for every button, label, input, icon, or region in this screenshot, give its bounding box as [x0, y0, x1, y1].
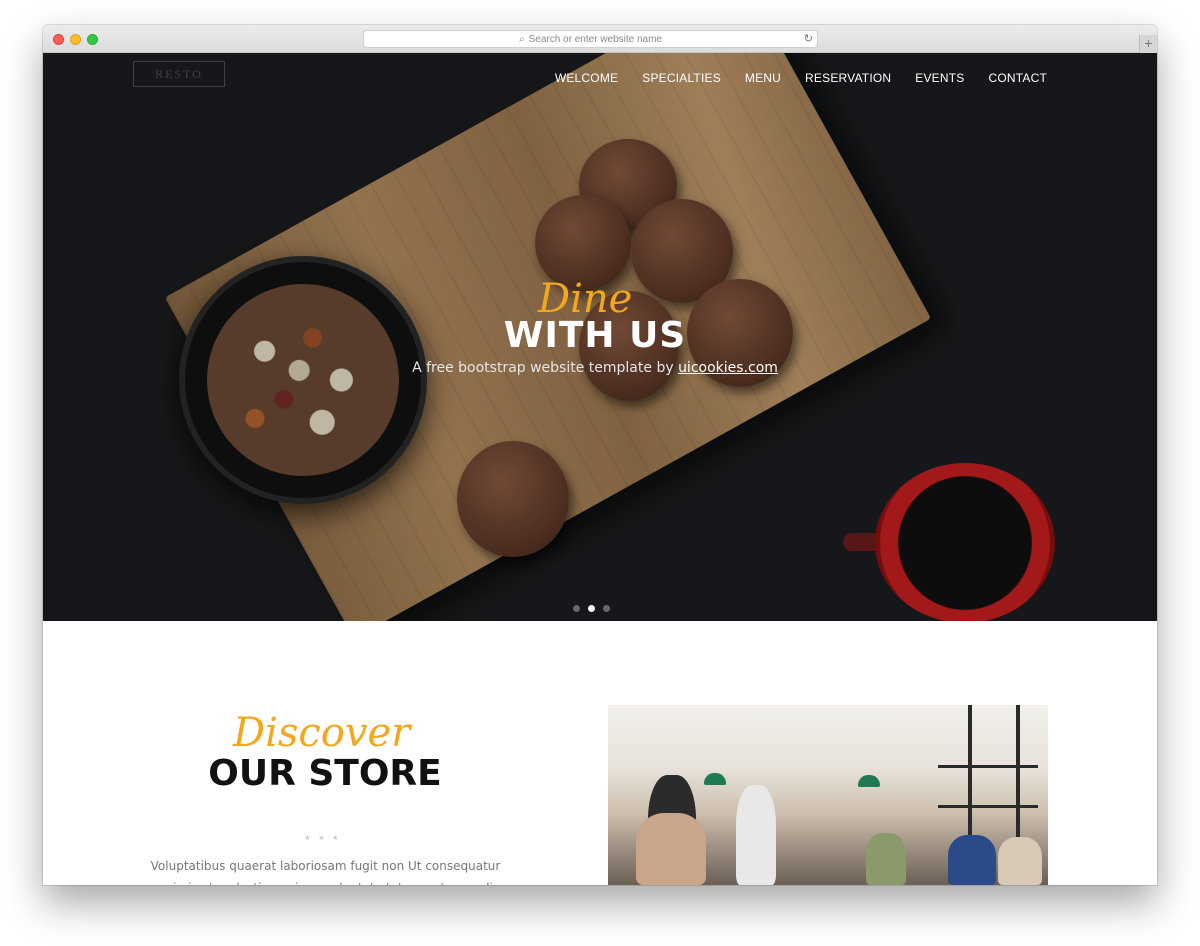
hero-subtitle: A free bootstrap website template by uic…	[43, 360, 1147, 376]
person-figure	[736, 785, 776, 885]
nav-item-welcome[interactable]: WELCOME	[555, 71, 618, 85]
address-placeholder: Search or enter website name	[528, 33, 662, 45]
minimize-window-button[interactable]	[70, 34, 81, 45]
hero-subtitle-text: A free bootstrap website template by	[412, 360, 679, 376]
reload-icon[interactable]: ↻	[804, 32, 813, 45]
nav-item-reservation[interactable]: RESERVATION	[805, 71, 891, 85]
nav-item-menu[interactable]: MENU	[745, 71, 781, 85]
hero-subtitle-link[interactable]: uicookies.com	[678, 360, 778, 376]
person-figure	[866, 833, 906, 885]
lamp-shade	[704, 773, 726, 785]
close-window-button[interactable]	[53, 34, 64, 45]
search-icon: ⌕	[518, 33, 525, 45]
store-photo	[608, 705, 1048, 885]
hero-section: RESTO WELCOME SPECIALTIES MENU RESERVATI…	[43, 53, 1157, 621]
hero-script-word: Dine	[538, 276, 633, 322]
about-section: Discover OUR STORE * * * Voluptatibus qu…	[43, 621, 1157, 885]
about-script-word: Discover	[233, 710, 411, 756]
maximize-window-button[interactable]	[87, 34, 98, 45]
about-title: OUR STORE	[208, 753, 442, 794]
nav-item-contact[interactable]: CONTACT	[988, 71, 1047, 85]
nav-item-events[interactable]: EVENTS	[915, 71, 964, 85]
person-figure	[636, 813, 706, 885]
browser-window: ⌕ Search or enter website name ↻ + RESTO…	[43, 25, 1157, 885]
nav-item-specialties[interactable]: SPECIALTIES	[642, 71, 721, 85]
slider-dot[interactable]	[573, 605, 580, 612]
lamp-shade	[858, 775, 880, 787]
slider-dots	[573, 605, 610, 612]
address-bar[interactable]: ⌕ Search or enter website name ↻	[363, 30, 818, 48]
browser-titlebar: ⌕ Search or enter website name ↻ +	[43, 25, 1157, 53]
person-figure	[998, 837, 1042, 885]
slider-dot[interactable]	[603, 605, 610, 612]
main-nav: WELCOME SPECIALTIES MENU RESERVATION EVE…	[531, 71, 1047, 85]
about-divider: * * *	[305, 833, 341, 847]
about-text: Voluptatibus quaerat laboriosam fugit no…	[150, 859, 501, 885]
shelf-board	[938, 805, 1038, 808]
slider-dot-active[interactable]	[588, 605, 595, 612]
hero-title: WITH US	[503, 315, 687, 356]
person-figure	[948, 835, 996, 885]
brand-logo[interactable]: RESTO	[133, 61, 225, 87]
new-tab-button[interactable]: +	[1139, 35, 1157, 53]
shelf-board	[938, 765, 1038, 768]
